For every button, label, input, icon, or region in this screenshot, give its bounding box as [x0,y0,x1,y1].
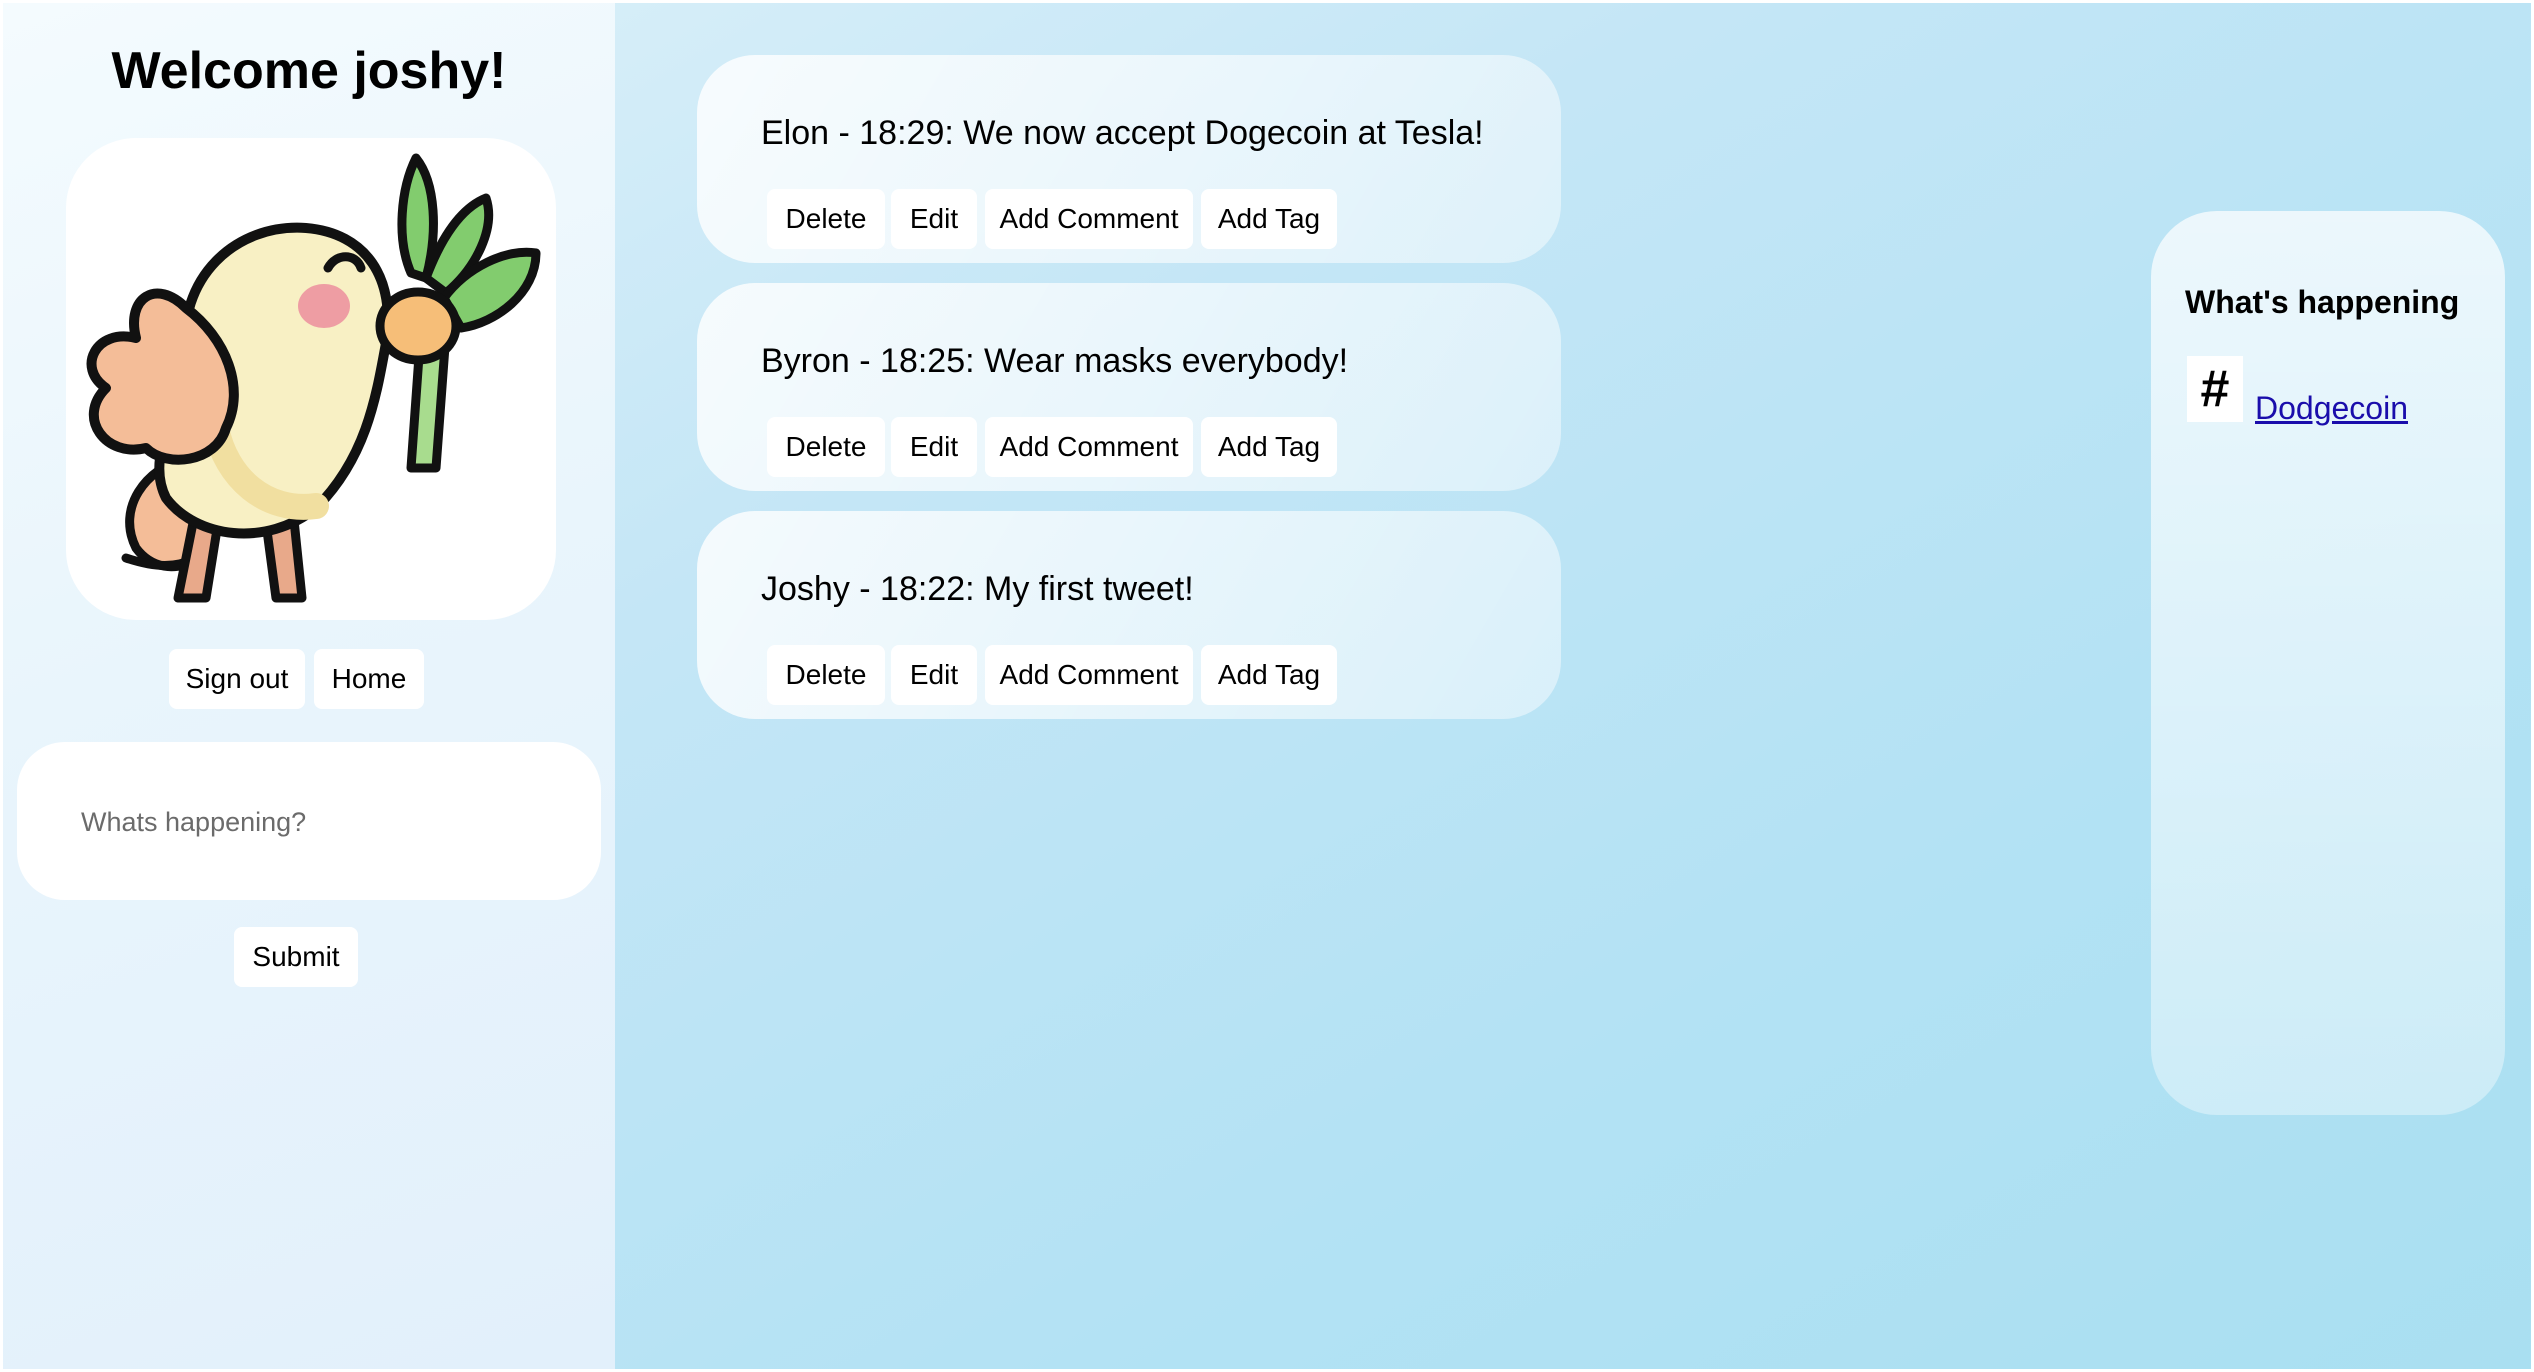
add-comment-button[interactable]: Add Comment [985,417,1193,477]
delete-button[interactable]: Delete [767,189,885,249]
add-comment-button[interactable]: Add Comment [985,645,1193,705]
bird-with-leek-icon [86,153,541,603]
tweet-card: Joshy - 18:22: My first tweet! Delete Ed… [697,511,1561,719]
trending-panel: What's happening # Dodgecoin [2151,211,2505,1115]
hashtag-icon: # [2187,356,2243,422]
add-tag-button[interactable]: Add Tag [1201,417,1337,477]
tweet-text: Joshy - 18:22: My first tweet! [761,570,1194,608]
add-tag-button[interactable]: Add Tag [1201,189,1337,249]
tweet-composer [17,742,601,900]
trending-heading: What's happening [2185,284,2460,320]
home-button[interactable]: Home [314,649,424,709]
edit-button[interactable]: Edit [891,417,977,477]
tweet-card: Elon - 18:29: We now accept Dogecoin at … [697,55,1561,263]
app-root: Welcome joshy! Sign out Home Whats happe… [3,3,2531,1369]
tweet-text: Byron - 18:25: Wear masks everybody! [761,342,1349,380]
add-tag-button[interactable]: Add Tag [1201,645,1337,705]
delete-button[interactable]: Delete [767,645,885,705]
welcome-heading: Welcome joshy! [111,42,507,100]
tweet-text: Elon - 18:29: We now accept Dogecoin at … [761,114,1484,152]
delete-button[interactable]: Delete [767,417,885,477]
edit-button[interactable]: Edit [891,645,977,705]
submit-button[interactable]: Submit [234,927,358,987]
tweet-card: Byron - 18:25: Wear masks everybody! Del… [697,283,1561,491]
profile-sidebar: Welcome joshy! Sign out Home Whats happe… [3,3,615,1369]
add-comment-button[interactable]: Add Comment [985,189,1193,249]
tweet-input[interactable] [79,792,563,852]
trending-link-dodgecoin[interactable]: Dodgecoin [2255,389,2408,427]
avatar [66,138,556,620]
edit-button[interactable]: Edit [891,189,977,249]
sign-out-button[interactable]: Sign out [169,649,305,709]
